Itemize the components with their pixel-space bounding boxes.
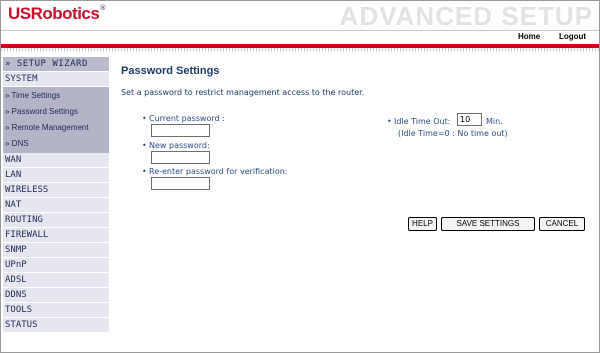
sidebar-item-adsl[interactable]: ADSL <box>3 273 109 288</box>
page-description: Set a password to restrict management ac… <box>121 88 365 97</box>
sidebar-item-dns[interactable]: » DNS <box>3 136 109 152</box>
sidebar-item-nat[interactable]: NAT <box>3 198 109 213</box>
sidebar-item-password-settings[interactable]: » Password Settings <box>3 104 109 120</box>
new-password-label-text: New password: <box>149 141 210 150</box>
new-password-label: • New password: <box>142 141 210 150</box>
router-admin-window: USRobotics® ADVANCED SETUP Home Logout »… <box>0 0 600 353</box>
bullet-icon: • <box>387 117 392 126</box>
main-content: Password Settings Set a password to rest… <box>111 57 599 352</box>
bullet-icon: • <box>142 114 147 123</box>
save-settings-button[interactable]: SAVE SETTINGS <box>441 217 535 231</box>
help-button[interactable]: HELP <box>408 217 437 231</box>
top-nav: Home Logout <box>1 30 599 44</box>
sidebar-item-firewall[interactable]: FIREWALL <box>3 228 109 243</box>
sidebar-system-submenu: » Time Settings » Password Settings » Re… <box>3 87 109 153</box>
idle-timeout-unit: Min. <box>486 117 503 126</box>
sidebar-item-wan[interactable]: WAN <box>3 153 109 168</box>
sidebar-item-status[interactable]: STATUS <box>3 318 109 333</box>
current-password-label: • Current password : <box>142 114 225 123</box>
sidebar: » SETUP WIZARD SYSTEM » Time Settings » … <box>3 57 109 333</box>
sidebar-item-lan[interactable]: LAN <box>3 168 109 183</box>
reenter-password-input[interactable] <box>151 177 210 190</box>
sidebar-item-remote-management[interactable]: » Remote Management <box>3 120 109 136</box>
reenter-password-label-text: Re-enter password for verification: <box>149 167 288 176</box>
banner-title: ADVANCED SETUP <box>339 1 593 31</box>
sidebar-item-snmp[interactable]: SNMP <box>3 243 109 258</box>
idle-timeout-label-text: Idle Time Out: <box>394 117 451 126</box>
home-link[interactable]: Home <box>518 32 540 41</box>
brand-registered-mark: ® <box>99 4 107 12</box>
logout-link[interactable]: Logout <box>559 32 586 41</box>
bullet-icon: • <box>142 141 147 150</box>
header-divider <box>1 48 599 51</box>
sidebar-item-time-settings[interactable]: » Time Settings <box>3 88 109 104</box>
sidebar-item-tools[interactable]: TOOLS <box>3 303 109 318</box>
brand-logo: USRobotics® <box>8 4 118 26</box>
idle-timeout-note: (Idle Time=0 : No time out) <box>398 129 508 138</box>
sidebar-item-system[interactable]: SYSTEM <box>3 72 109 87</box>
current-password-input[interactable] <box>151 124 210 137</box>
sidebar-item-ddns[interactable]: DDNS <box>3 288 109 303</box>
idle-timeout-label: • Idle Time Out: <box>387 117 450 126</box>
bullet-icon: • <box>142 167 147 176</box>
sidebar-item-routing[interactable]: ROUTING <box>3 213 109 228</box>
sidebar-item-upnp[interactable]: UPnP <box>3 258 109 273</box>
sidebar-item-wireless[interactable]: WIRELESS <box>3 183 109 198</box>
current-password-label-text: Current password : <box>149 114 225 123</box>
page-title: Password Settings <box>121 65 220 77</box>
brand-name: USRobotics <box>8 4 100 23</box>
cancel-button[interactable]: CANCEL <box>539 217 585 231</box>
idle-timeout-input[interactable] <box>457 113 482 126</box>
reenter-password-label: • Re-enter password for verification: <box>142 167 287 176</box>
sidebar-item-setup-wizard[interactable]: » SETUP WIZARD <box>3 57 109 72</box>
new-password-input[interactable] <box>151 151 210 164</box>
